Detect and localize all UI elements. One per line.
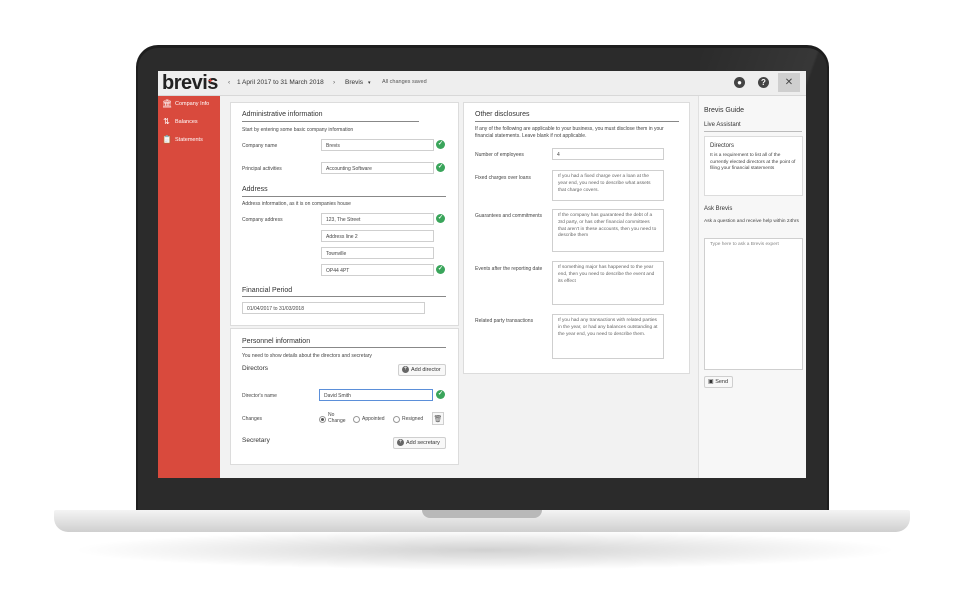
save-status: All changes saved bbox=[382, 79, 427, 85]
company-caret-icon[interactable]: ▾ bbox=[368, 80, 371, 86]
fixed-charges-textarea[interactable]: If you had a fixed charge over a loan at… bbox=[552, 170, 664, 201]
plus-icon: + bbox=[402, 366, 409, 374]
guide-panel: Brevis Guide Live Assistant Directors It… bbox=[698, 96, 806, 478]
brevis-logo[interactable]: brevis + bbox=[162, 72, 222, 94]
events-textarea[interactable]: If something major has happened to the y… bbox=[552, 261, 664, 305]
company-info-card: Administrative information Start by ente… bbox=[230, 102, 459, 326]
address-line1-input[interactable]: 123, The Street bbox=[321, 213, 434, 225]
other-title: Other disclosures bbox=[475, 111, 530, 118]
address-title: Address bbox=[242, 186, 268, 193]
help-icon[interactable]: ? bbox=[758, 77, 769, 88]
guarantees-label: Guarantees and commitments bbox=[475, 213, 542, 219]
address-line2-input[interactable]: Address line 2 bbox=[321, 230, 434, 242]
plus-icon: + bbox=[397, 439, 404, 447]
divider bbox=[475, 121, 679, 122]
live-assistant-heading: Live Assistant bbox=[704, 122, 741, 128]
financial-period-title: Financial Period bbox=[242, 287, 293, 294]
director-name-input[interactable]: David Smith bbox=[319, 389, 433, 401]
town-input[interactable]: Townville bbox=[321, 247, 434, 259]
divider bbox=[242, 296, 446, 297]
related-party-textarea[interactable]: If you had any transactions with related… bbox=[552, 314, 664, 359]
guarantees-textarea[interactable]: If the company has guaranteed the debt o… bbox=[552, 209, 664, 252]
add-director-label: Add director bbox=[411, 367, 441, 373]
check-icon: ✓ bbox=[436, 214, 445, 223]
send-button[interactable]: ▣ Send bbox=[704, 376, 733, 388]
events-label: Events after the reporting date bbox=[475, 266, 543, 272]
admin-title: Administrative information bbox=[242, 111, 323, 118]
add-secretary-button[interactable]: + Add secretary bbox=[393, 437, 446, 449]
admin-intro: Start by entering some basic company inf… bbox=[242, 127, 354, 133]
secretary-heading: Secretary bbox=[242, 437, 270, 444]
personnel-intro: You need to show details about the direc… bbox=[242, 353, 372, 359]
company-name-label: Company name bbox=[242, 143, 278, 149]
check-icon: ✓ bbox=[436, 390, 445, 399]
sort-icon: ⇅ bbox=[163, 117, 170, 126]
guide-title: Brevis Guide bbox=[704, 107, 745, 114]
other-intro: If any of the following are applicable t… bbox=[475, 126, 664, 139]
ask-brevis-heading: Ask Brevis bbox=[704, 206, 733, 212]
sidebar-item-statements[interactable]: 📋 Statements bbox=[162, 134, 220, 146]
address-intro: Address information, as it is on compani… bbox=[242, 201, 351, 207]
sidebar-item-company-info[interactable]: 🏛 Company Info bbox=[162, 98, 220, 110]
radio-label-appointed: Appointed bbox=[362, 416, 385, 422]
topic-title: Directors bbox=[710, 143, 735, 149]
company-name-input[interactable]: Brevis bbox=[321, 139, 434, 151]
radio-no-change[interactable] bbox=[319, 416, 326, 423]
logo-plus-icon: + bbox=[208, 76, 213, 85]
check-icon: ✓ bbox=[436, 163, 445, 172]
bank-icon: 🏛 bbox=[162, 99, 173, 108]
divider bbox=[704, 131, 802, 132]
postcode-input[interactable]: OP44 4PT bbox=[321, 264, 434, 276]
laptop-shadow bbox=[70, 530, 900, 570]
user-circle-icon[interactable]: ● bbox=[734, 77, 745, 88]
related-party-label: Related party transactions bbox=[475, 318, 534, 324]
assistant-topic-box: Directors It is a requirement to list al… bbox=[704, 136, 803, 196]
company-breadcrumb[interactable]: Brevis bbox=[345, 79, 363, 86]
company-address-label: Company address bbox=[242, 217, 283, 223]
other-disclosures-card: Other disclosures If any of the followin… bbox=[463, 102, 690, 374]
personnel-card: Personnel information You need to show d… bbox=[230, 328, 459, 465]
principal-activities-label: Principal activities bbox=[242, 166, 282, 172]
changes-label: Changes bbox=[242, 416, 263, 422]
radio-label-resigned: Resigned bbox=[402, 416, 424, 422]
sidebar-item-balances[interactable]: ⇅ Balances bbox=[162, 116, 220, 128]
trash-icon[interactable]: 🗑 bbox=[432, 412, 444, 425]
ask-intro: Ask a question and receive help within 2… bbox=[704, 219, 799, 224]
radio-appointed[interactable] bbox=[353, 416, 360, 423]
add-director-button[interactable]: + Add director bbox=[398, 364, 446, 376]
sidebar: 🏛 Company Info ⇅ Balances 📋 Statements bbox=[158, 96, 220, 478]
top-bar: brevis + ‹ 1 April 2017 to 31 March 2018… bbox=[158, 71, 806, 96]
check-icon: ✓ bbox=[436, 140, 445, 149]
topic-text: It is a requirement to list all of the c… bbox=[710, 153, 796, 171]
check-icon: ✓ bbox=[436, 265, 445, 274]
breadcrumb-separator-icon: › bbox=[333, 79, 336, 86]
app-screen: brevis + ‹ 1 April 2017 to 31 March 2018… bbox=[158, 71, 806, 478]
add-secretary-label: Add secretary bbox=[406, 440, 440, 446]
back-arrow-icon[interactable]: ‹ bbox=[228, 79, 230, 86]
employees-input[interactable]: 4 bbox=[552, 148, 664, 160]
clipboard-icon: 📋 bbox=[162, 135, 172, 144]
sidebar-item-label: Balances bbox=[175, 119, 198, 125]
laptop-notch bbox=[422, 510, 542, 518]
divider bbox=[242, 347, 446, 348]
period-breadcrumb[interactable]: 1 April 2017 to 31 March 2018 bbox=[237, 79, 324, 86]
ask-question-textarea[interactable]: Type here to ask a Brevis expert bbox=[704, 238, 803, 370]
close-button[interactable]: ✕ bbox=[778, 73, 800, 92]
radio-label-no-change: No Change bbox=[328, 412, 346, 424]
principal-activities-input[interactable]: Accounting Software bbox=[321, 162, 434, 174]
radio-resigned[interactable] bbox=[393, 416, 400, 423]
divider bbox=[242, 196, 446, 197]
financial-period-input[interactable]: 01/04/2017 to 31/03/2018 bbox=[242, 302, 425, 314]
employees-label: Number of employees bbox=[475, 152, 524, 158]
chat-icon: ▣ bbox=[708, 379, 714, 385]
directors-heading: Directors bbox=[242, 365, 269, 372]
sidebar-item-label: Company Info bbox=[175, 101, 210, 107]
personnel-title: Personnel information bbox=[242, 338, 311, 345]
divider bbox=[242, 121, 419, 122]
send-label: Send bbox=[715, 379, 729, 385]
fixed-charges-label: Fixed charges over loans bbox=[475, 175, 531, 181]
sidebar-item-label: Statements bbox=[175, 137, 203, 143]
director-name-label: Director's name bbox=[242, 393, 277, 399]
